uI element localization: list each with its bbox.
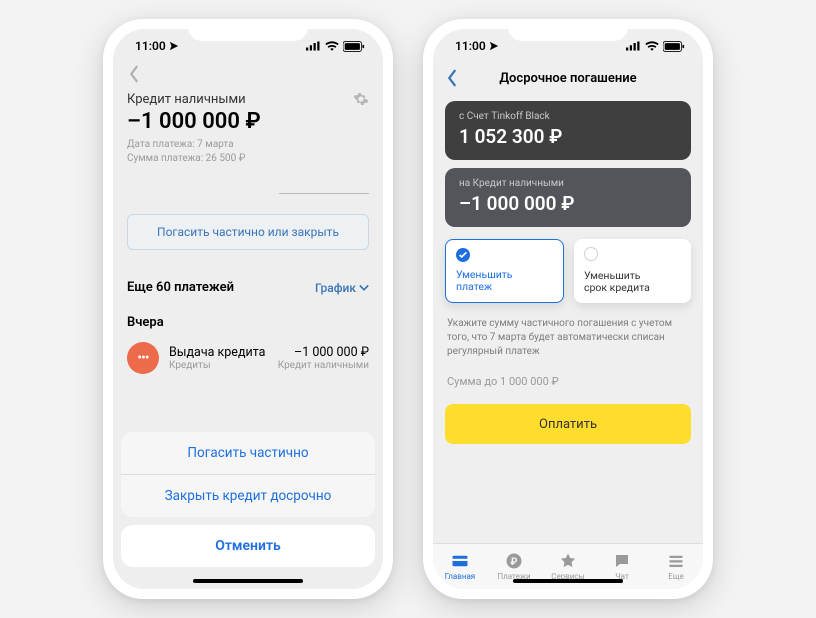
from-value: 1 052 300 ₽: [459, 125, 677, 148]
back-icon[interactable]: [127, 65, 141, 83]
divider: [279, 193, 369, 194]
transaction-row[interactable]: ••• Выдача кредита Кредиты –1 000 000 ₽ …: [113, 336, 383, 380]
ruble-icon: ₽: [505, 552, 523, 570]
transaction-title: Выдача кредита: [169, 345, 268, 360]
choice-reduce-payment[interactable]: Уменьшить платеж: [445, 239, 564, 303]
pay-button[interactable]: Оплатить: [445, 404, 691, 444]
transaction-amount-sub: Кредит наличными: [278, 360, 369, 371]
to-account-card[interactable]: на Кредит наличными –1 000 000 ₽: [445, 168, 691, 227]
battery-icon: [663, 41, 685, 52]
signal-icon: [626, 41, 641, 51]
sheet-cancel-button[interactable]: Отменить: [121, 525, 375, 567]
transaction-subtitle: Кредиты: [169, 360, 268, 371]
from-account-card[interactable]: с Счет Tinkoff Black 1 052 300 ₽: [445, 101, 691, 160]
chevron-down-icon: [359, 283, 369, 293]
notch: [188, 19, 308, 41]
choice-label: Уменьшить платеж: [456, 269, 553, 294]
notch: [508, 19, 628, 41]
section-yesterday: Вчера: [113, 303, 383, 336]
wifi-icon: [645, 41, 659, 51]
status-time: 11:00: [135, 39, 166, 53]
status-time: 11:00: [455, 39, 486, 53]
radio-unselected-icon: [584, 247, 598, 261]
choice-label: Уменьшить срок кредита: [584, 270, 681, 295]
sheet-repay-partial-button[interactable]: Погасить частично: [121, 432, 375, 474]
signal-icon: [306, 41, 321, 51]
location-icon: [489, 41, 499, 51]
home-indicator: [193, 579, 303, 583]
phone-right: 11:00 Досрочное погашение с Счет Tinkoff…: [423, 19, 713, 599]
home-indicator: [513, 579, 623, 583]
gear-icon[interactable]: [353, 91, 369, 107]
to-value: –1 000 000 ₽: [459, 192, 677, 215]
page-title: Досрочное погашение: [499, 71, 636, 86]
back-icon[interactable]: [445, 69, 459, 87]
phone-left: 11:00 Кредит наличными –1 000 000 ₽: [103, 19, 393, 599]
location-icon: [169, 41, 179, 51]
tab-more[interactable]: Еще: [649, 544, 703, 589]
loan-title: Кредит наличными: [127, 92, 246, 107]
repay-or-close-button[interactable]: Погасить частично или закрыть: [127, 214, 369, 250]
remaining-payments-label: Еще 60 платежей: [127, 280, 234, 295]
loan-balance: –1 000 000 ₽: [127, 109, 369, 134]
svg-text:₽: ₽: [511, 557, 518, 568]
loan-meta: Дата платежа: 7 марта Сумма платежа: 26 …: [127, 138, 369, 165]
sheet-close-early-button[interactable]: Закрыть кредит досрочно: [121, 475, 375, 517]
transaction-avatar-icon: •••: [127, 342, 159, 374]
radio-selected-icon: [456, 248, 470, 262]
action-sheet: Погасить частично Закрыть кредит досрочн…: [113, 432, 383, 589]
menu-icon: [667, 552, 685, 570]
choice-reduce-term[interactable]: Уменьшить срок кредита: [574, 239, 691, 303]
hint-text: Укажите сумму частичного погашения с уче…: [447, 317, 689, 359]
to-label: на Кредит наличными: [459, 178, 677, 189]
star-icon: [559, 552, 577, 570]
card-icon: [451, 552, 469, 570]
transaction-amount: –1 000 000 ₽: [278, 345, 369, 360]
schedule-link[interactable]: График: [315, 281, 369, 295]
amount-input[interactable]: Сумма до 1 000 000 ₽: [447, 375, 689, 388]
tab-home[interactable]: Главная: [433, 544, 487, 589]
page-header: Досрочное погашение: [433, 63, 703, 93]
chat-icon: [613, 552, 631, 570]
from-label: с Счет Tinkoff Black: [459, 111, 677, 122]
battery-icon: [343, 41, 365, 52]
wifi-icon: [325, 41, 339, 51]
